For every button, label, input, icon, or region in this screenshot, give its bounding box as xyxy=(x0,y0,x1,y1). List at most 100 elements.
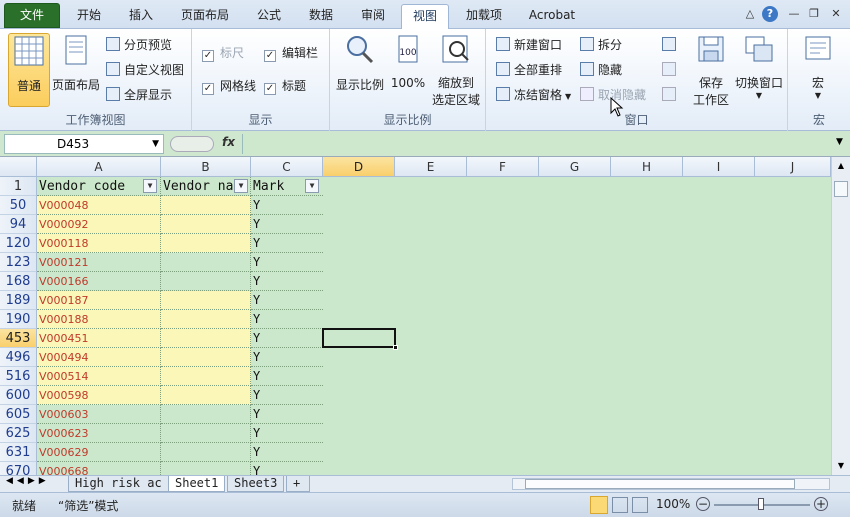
custom-views-button[interactable]: 自定义视图 xyxy=(106,60,184,80)
scroll-down-icon[interactable]: ▼ xyxy=(834,459,848,473)
cell-vendor-name[interactable] xyxy=(161,272,251,291)
page-layout-view-button[interactable]: 页面布局 xyxy=(52,33,100,93)
sheet-tab-sheet1[interactable]: Sheet1 xyxy=(168,476,226,492)
zoom-button[interactable]: 显示比例 xyxy=(334,33,386,93)
select-all-corner[interactable] xyxy=(0,157,37,177)
header-cell-vendor-name[interactable]: Vendor na ▼ xyxy=(161,177,251,196)
formula-input[interactable] xyxy=(242,134,834,154)
cell-mark[interactable]: Y xyxy=(251,291,323,310)
cell-vendor-name[interactable] xyxy=(161,310,251,329)
cell-mark[interactable]: Y xyxy=(251,253,323,272)
cell-vendor-name[interactable] xyxy=(161,196,251,215)
col-header-a[interactable]: A xyxy=(37,157,161,177)
sheet-tab-high-risk[interactable]: High risk ac xyxy=(68,476,169,492)
cell-vendor-code[interactable]: V000603 xyxy=(37,405,161,424)
cell-vendor-name[interactable] xyxy=(161,386,251,405)
horizontal-scroll-thumb[interactable] xyxy=(525,479,795,489)
cell-mark[interactable]: Y xyxy=(251,234,323,253)
col-header-f[interactable]: F xyxy=(467,157,539,177)
row-header[interactable]: 496 xyxy=(0,348,37,367)
cell-vendor-name[interactable] xyxy=(161,253,251,272)
cell-vendor-name[interactable] xyxy=(161,234,251,253)
cell-vendor-code[interactable]: V000623 xyxy=(37,424,161,443)
page-layout-status-icon[interactable] xyxy=(612,497,628,513)
row-header[interactable]: 50 xyxy=(0,196,37,215)
cell-mark[interactable]: Y xyxy=(251,424,323,443)
row-header[interactable]: 94 xyxy=(0,215,37,234)
row-header[interactable]: 123 xyxy=(0,253,37,272)
switch-windows-button[interactable]: 切换窗口 ▼ xyxy=(734,33,784,100)
cell-vendor-name[interactable] xyxy=(161,462,251,475)
col-header-h[interactable]: H xyxy=(611,157,683,177)
row-header[interactable]: 190 xyxy=(0,310,37,329)
active-cell-d453[interactable] xyxy=(322,328,396,348)
cell-vendor-name[interactable] xyxy=(161,367,251,386)
cell-mark[interactable]: Y xyxy=(251,462,323,475)
row-header-1[interactable]: 1 xyxy=(0,177,37,196)
tab-view[interactable]: 视图 xyxy=(401,4,449,29)
row-header[interactable]: 189 xyxy=(0,291,37,310)
zoom-100-button[interactable]: 100 100% xyxy=(388,33,428,90)
formula-bar-checkbox[interactable]: ✓ 编辑栏 xyxy=(264,43,318,63)
cell-mark[interactable]: Y xyxy=(251,196,323,215)
row-header[interactable]: 605 xyxy=(0,405,37,424)
cell-vendor-code[interactable]: V000668 xyxy=(37,462,161,475)
tab-formulas[interactable]: 公式 xyxy=(244,4,294,29)
cell-vendor-code[interactable]: V000166 xyxy=(37,272,161,291)
col-header-d[interactable]: D xyxy=(323,157,395,177)
filter-dropdown-icon[interactable]: ▼ xyxy=(143,179,157,193)
window-minimize-icon[interactable]: — xyxy=(786,6,802,22)
filter-dropdown-icon[interactable]: ▼ xyxy=(234,179,248,193)
col-header-g[interactable]: G xyxy=(539,157,611,177)
help-icon[interactable]: ? xyxy=(762,6,778,22)
cell-vendor-name[interactable] xyxy=(161,348,251,367)
tab-insert[interactable]: 插入 xyxy=(116,4,166,29)
fill-handle[interactable] xyxy=(393,345,398,350)
cell-vendor-code[interactable]: V000092 xyxy=(37,215,161,234)
zoom-to-selection-button[interactable]: 缩放到 选定区域 xyxy=(430,33,482,108)
vertical-scroll-thumb[interactable] xyxy=(834,181,848,197)
normal-view-button[interactable]: 普通 xyxy=(8,33,50,107)
page-break-preview-button[interactable]: 分页预览 xyxy=(106,35,172,55)
freeze-panes-button[interactable]: 冻结窗格 ▼ xyxy=(496,85,571,105)
sheet-nav-icon[interactable]: ◀◀▶▶ xyxy=(6,476,50,486)
tab-review[interactable]: 审阅 xyxy=(348,4,398,29)
cell-vendor-name[interactable] xyxy=(161,443,251,462)
ruler-checkbox[interactable]: ✓ 标尺 xyxy=(202,43,244,63)
zoom-in-icon[interactable]: + xyxy=(814,497,828,511)
cell-vendor-name[interactable] xyxy=(161,329,251,348)
cell-vendor-code[interactable]: V000048 xyxy=(37,196,161,215)
save-workspace-button[interactable]: 保存 工作区 xyxy=(688,33,734,108)
vertical-scrollbar[interactable]: ▲ ▼ xyxy=(831,157,850,475)
macros-button[interactable]: 宏 ▼ xyxy=(798,33,838,100)
sync-scroll-button[interactable] xyxy=(662,60,680,80)
cell-mark[interactable]: Y xyxy=(251,310,323,329)
row-header[interactable]: 631 xyxy=(0,443,37,462)
normal-view-status-icon[interactable] xyxy=(590,496,608,514)
zoom-out-icon[interactable]: − xyxy=(696,497,710,511)
zoom-percent[interactable]: 100% xyxy=(656,497,690,511)
header-cell-vendor-code[interactable]: Vendor code ▼ xyxy=(37,177,161,196)
cell-vendor-code[interactable]: V000451 xyxy=(37,329,161,348)
hide-button[interactable]: 隐藏 xyxy=(580,60,622,80)
window-restore-icon[interactable]: ❐ xyxy=(806,6,822,22)
insert-function-icon[interactable]: fx xyxy=(222,135,235,149)
name-box[interactable]: D453 ▼ xyxy=(4,134,164,154)
col-header-b[interactable]: B xyxy=(161,157,251,177)
row-header[interactable]: 168 xyxy=(0,272,37,291)
row-header[interactable]: 670 xyxy=(0,462,37,475)
formula-bar-expander[interactable] xyxy=(170,136,214,152)
sheet-tab-sheet3[interactable]: Sheet3 xyxy=(227,476,285,492)
cell-mark[interactable]: Y xyxy=(251,405,323,424)
cell-vendor-code[interactable]: V000188 xyxy=(37,310,161,329)
cell-mark[interactable]: Y xyxy=(251,272,323,291)
cell-mark[interactable]: Y xyxy=(251,386,323,405)
cell-vendor-name[interactable] xyxy=(161,424,251,443)
row-header[interactable]: 625 xyxy=(0,424,37,443)
cell-vendor-code[interactable]: V000514 xyxy=(37,367,161,386)
arrange-all-button[interactable]: 全部重排 xyxy=(496,60,562,80)
tab-page-layout[interactable]: 页面布局 xyxy=(170,4,240,29)
header-cell-mark[interactable]: Mark ▼ xyxy=(251,177,323,196)
split-button[interactable]: 拆分 xyxy=(580,35,622,55)
window-close-icon[interactable]: ✕ xyxy=(828,6,844,22)
